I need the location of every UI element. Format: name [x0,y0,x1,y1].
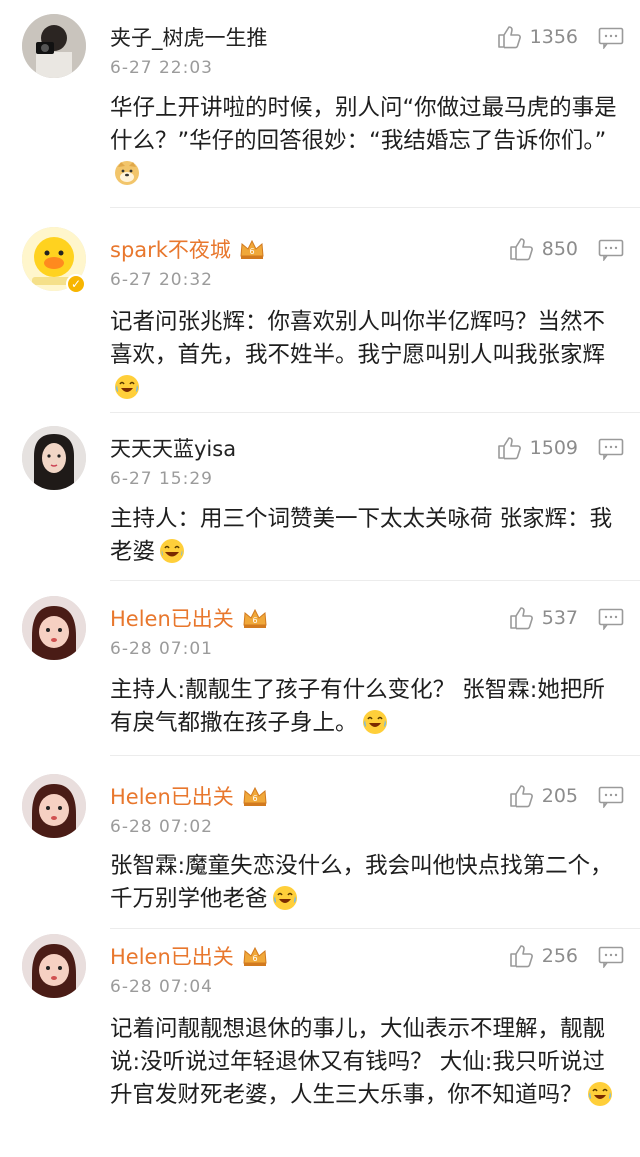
username-text: Helen已出关 [110,785,234,809]
username[interactable]: 天天天蓝yisa [110,433,236,463]
comment-body: 主持人:靓靓生了孩子有什么变化？ 张智霖:她把所有戾气都撒在孩子身上。 [110,677,605,736]
avatar[interactable] [22,774,86,838]
laugh-cry-emoji [115,375,139,399]
avatar[interactable] [22,934,86,998]
username[interactable]: Helen已出关 6 [110,781,268,811]
comment-body: 张智霖:魔童失恋没什么，我会叫他快点找第二个，千万别学他老爸 [110,853,613,912]
reply-icon[interactable] [598,239,624,261]
comment-time: 6-27 20:32 [110,270,213,290]
comment-body: 华仔上开讲啦的时候，别人问“你做过最马虎的事是什么？”华仔的回答很妙：“我结婚忘… [110,95,617,154]
thumbs-up-icon [509,785,533,808]
like-button[interactable]: 1356 [496,24,578,50]
comment-time: 6-28 07:01 [110,639,213,659]
comment-body: 主持人：用三个词赞美一下太太关咏荷 张家辉：我老婆 [110,506,613,565]
reply-icon[interactable] [598,786,624,808]
reply-icon[interactable] [598,438,624,460]
reply-icon[interactable] [598,608,624,630]
crown-icon: 6 [243,608,267,628]
thumbs-up-icon [509,238,533,261]
username-text: spark不夜城 [110,238,231,262]
username-text: Helen已出关 [110,607,234,631]
laugh-cry-emoji [587,1082,612,1106]
username-text: Helen已出关 [110,945,234,969]
comment-body: 记者问张兆辉：你喜欢别人叫你半亿辉吗？当然不喜欢，首先，我不姓半。我宁愿叫别人叫… [110,309,606,368]
like-count: 1509 [529,437,578,459]
thumbs-up-icon [509,945,533,968]
comment-time: 6-28 07:04 [110,977,213,997]
crown-icon: 6 [240,239,264,259]
svg-text:6: 6 [252,794,257,803]
like-count: 205 [541,785,578,807]
divider [110,207,640,208]
thumbs-up-icon [497,26,521,49]
comment-body: 记着问靓靓想退休的事儿，大仙表示不理解，靓靓说:没听说过年轻退休又有钱吗？ 大仙… [110,1016,606,1108]
like-button[interactable]: 537 [508,605,578,631]
username[interactable]: Helen已出关 6 [110,941,268,971]
divider [110,928,640,929]
svg-text:6: 6 [249,247,254,256]
laugh-cry-emoji [362,710,387,734]
divider [110,755,640,756]
like-button[interactable]: 205 [508,783,578,809]
divider [110,580,640,581]
comment-text: 记着问靓靓想退休的事儿，大仙表示不理解，靓靓说:没听说过年轻退休又有钱吗？ 大仙… [110,1013,620,1112]
doge-emoji [115,161,139,185]
like-count: 256 [541,945,578,967]
like-button[interactable]: 1509 [496,435,578,461]
like-button[interactable]: 850 [508,236,578,262]
reply-icon[interactable] [598,946,624,968]
verified-badge: ✓ [66,274,86,294]
crown-icon: 6 [243,946,267,966]
comment-time: 6-27 15:29 [110,469,213,489]
thumbs-up-icon [509,607,533,630]
avatar[interactable] [22,426,86,490]
comment-text: 张智霖:魔童失恋没什么，我会叫他快点找第二个，千万别学他老爸 [110,850,620,916]
username[interactable]: spark不夜城 6 [110,234,265,264]
svg-text:6: 6 [252,954,257,963]
like-button[interactable]: 256 [508,943,578,969]
comment-text: 记者问张兆辉：你喜欢别人叫你半亿辉吗？当然不喜欢，首先，我不姓半。我宁愿叫别人叫… [110,306,620,405]
username[interactable]: Helen已出关 6 [110,603,268,633]
comment-text: 华仔上开讲啦的时候，别人问“你做过最马虎的事是什么？”华仔的回答很妙：“我结婚忘… [110,92,620,191]
thumbs-up-icon [497,437,521,460]
like-count: 850 [541,238,578,260]
comment-time: 6-27 22:03 [110,58,213,78]
comment-text: 主持人:靓靓生了孩子有什么变化？ 张智霖:她把所有戾气都撒在孩子身上。 [110,674,620,740]
divider [110,412,640,413]
laugh-emoji [160,539,185,563]
svg-text:6: 6 [252,616,257,625]
comment-text: 主持人：用三个词赞美一下太太关咏荷 张家辉：我老婆 [110,503,620,569]
laugh-cry-emoji [272,886,297,910]
like-count: 537 [541,607,578,629]
avatar[interactable] [22,596,86,660]
like-count: 1356 [529,26,578,48]
username[interactable]: 夹子_树虎一生推 [110,22,268,52]
avatar[interactable] [22,14,86,78]
comment-time: 6-28 07:02 [110,817,213,837]
crown-icon: 6 [243,786,267,806]
reply-icon[interactable] [598,27,624,49]
